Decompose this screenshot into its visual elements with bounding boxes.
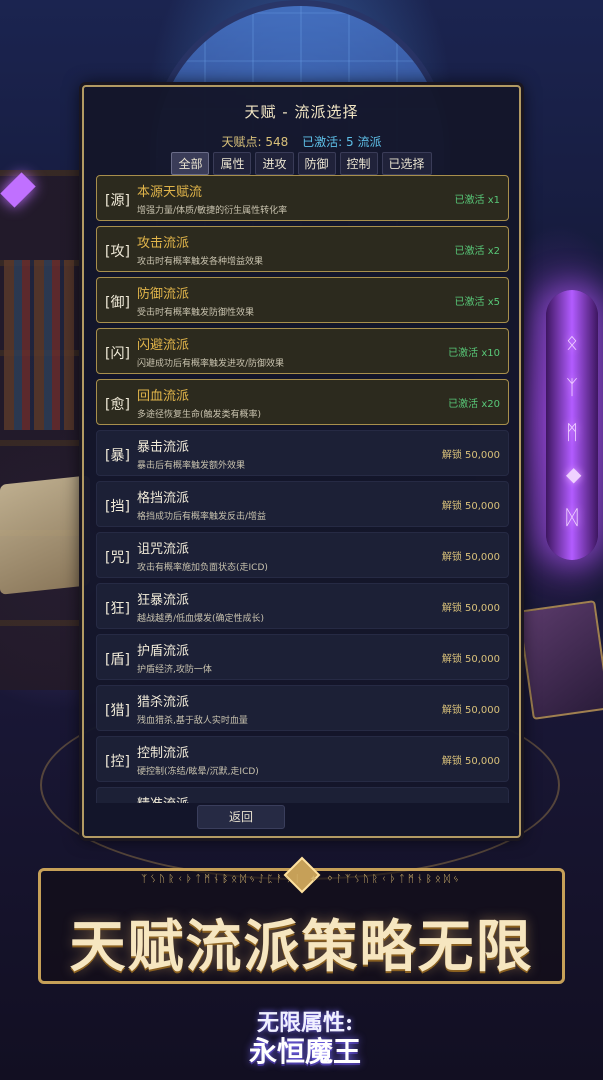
panel-title: 天赋 - 流派选择 bbox=[244, 103, 359, 121]
school-unlock-cost: 解锁 50,000 bbox=[441, 450, 500, 461]
school-unlock-cost: 解锁 50,000 bbox=[441, 705, 500, 716]
school-status: 已激活 x5 bbox=[454, 297, 500, 308]
promo-slogan: 天赋流派策略无限 bbox=[69, 914, 534, 980]
school-unlock-cost: 解锁 50,000 bbox=[441, 756, 500, 767]
tab-selected[interactable]: 已选择 bbox=[381, 152, 432, 175]
rune-icon: ◆ bbox=[566, 462, 582, 486]
school-item-crit[interactable]: [暴] 暴击流派 暴击后有概率触发额外效果 解锁 50,000 bbox=[96, 430, 509, 476]
tab-control[interactable]: 控制 bbox=[339, 152, 378, 175]
school-name: 猎杀流派 bbox=[137, 695, 190, 710]
school-name: 闪避流派 bbox=[137, 338, 190, 353]
talent-panel: 天赋 - 流派选择 天赋点: 548 已激活: 5 流派 全部 属性 进攻 防御… bbox=[82, 85, 521, 838]
school-item-shield[interactable]: [盾] 护盾流派 护盾经济,攻防一体 解锁 50,000 bbox=[96, 634, 509, 680]
school-desc: 攻击时有概率触发各种增益效果 bbox=[137, 257, 264, 267]
school-desc: 增强力量/体质/敏捷的衍生属性转化率 bbox=[137, 206, 288, 216]
school-item-dodge[interactable]: [闪] 闪避流派 闪避成功后有概率触发进攻/防御效果 已激活 x10 bbox=[96, 328, 509, 374]
school-glyph: [愈] bbox=[105, 397, 130, 413]
school-list[interactable]: [源] 本源天赋流 增强力量/体质/敏捷的衍生属性转化率 已激活 x1 [攻] … bbox=[96, 175, 509, 803]
school-item-origin[interactable]: [源] 本源天赋流 增强力量/体质/敏捷的衍生属性转化率 已激活 x1 bbox=[96, 175, 509, 221]
school-glyph: [源] bbox=[105, 193, 130, 209]
school-desc: 攻击有概率施加负面状态(走ICD) bbox=[137, 563, 268, 573]
banner-runes: ᛉᛊᚢᚱᚲᚦᛏᛗᚾᛒᛟᛞᛃᛇᛈᚨᛊᛁ ✦ ᛜᛚᛉᛊᚢᚱᚲᚦᛏᛗᚾᛒᛟᛞᛃ bbox=[141, 874, 462, 885]
school-item-berserk[interactable]: [狂] 狂暴流派 越战越勇/低血爆发(确定性成长) 解锁 50,000 bbox=[96, 583, 509, 629]
school-name: 诅咒流派 bbox=[137, 542, 190, 557]
school-glyph: [盾] bbox=[105, 652, 130, 668]
school-name: 控制流派 bbox=[137, 746, 190, 761]
school-status: 已激活 x20 bbox=[448, 399, 500, 410]
school-glyph: [暴] bbox=[105, 448, 130, 464]
talent-points: 天赋点: 548 bbox=[221, 135, 289, 149]
school-glyph: [狂] bbox=[105, 601, 130, 617]
school-desc: 护盾经济,攻防一体 bbox=[137, 665, 212, 675]
school-desc: 多途径恢复生命(触发类有概率) bbox=[137, 410, 262, 420]
school-item-precision[interactable]: [精] 精准流派 bbox=[96, 787, 509, 803]
school-item-defense[interactable]: [御] 防御流派 受击时有概率触发防御性效果 已激活 x5 bbox=[96, 277, 509, 323]
rune-icon: ᛞ bbox=[566, 505, 578, 529]
school-unlock-cost: 解锁 50,000 bbox=[441, 603, 500, 614]
rune-icon: ᛟ bbox=[566, 330, 578, 354]
school-unlock-cost: 解锁 50,000 bbox=[441, 552, 500, 563]
school-item-heal[interactable]: [愈] 回血流派 多途径恢复生命(触发类有概率) 已激活 x20 bbox=[96, 379, 509, 425]
tab-attribute[interactable]: 属性 bbox=[213, 152, 252, 175]
stats-line: 天赋点: 548 已激活: 5 流派 bbox=[84, 133, 519, 150]
school-name: 暴击流派 bbox=[137, 440, 190, 455]
back-button[interactable]: 返回 bbox=[197, 805, 285, 829]
school-item-block[interactable]: [挡] 格挡流派 格挡成功后有概率触发反击/增益 解锁 50,000 bbox=[96, 481, 509, 527]
school-name: 回血流派 bbox=[137, 389, 190, 404]
tab-all[interactable]: 全部 bbox=[171, 152, 210, 175]
school-name: 护盾流派 bbox=[137, 644, 190, 659]
school-unlock-cost: 解锁 50,000 bbox=[441, 654, 500, 665]
school-desc: 残血猎杀,基于敌人实时血量 bbox=[137, 716, 248, 726]
rune-icon: ᛗ bbox=[566, 420, 578, 444]
spellbook-right bbox=[517, 600, 603, 720]
school-status: 已激活 x2 bbox=[454, 246, 500, 257]
tab-offense[interactable]: 进攻 bbox=[255, 152, 294, 175]
school-glyph: [精] bbox=[105, 802, 130, 803]
school-name: 狂暴流派 bbox=[137, 593, 190, 608]
filter-tabs: 全部 属性 进攻 防御 控制 已选择 bbox=[84, 152, 519, 175]
books-left bbox=[4, 260, 74, 430]
bookshelf-left bbox=[0, 170, 80, 690]
school-glyph: [控] bbox=[105, 754, 130, 770]
school-glyph: [御] bbox=[105, 295, 130, 311]
activated-count: 已激活: 5 流派 bbox=[302, 135, 382, 149]
school-glyph: [攻] bbox=[105, 244, 130, 260]
school-desc: 受击时有概率触发防御性效果 bbox=[137, 308, 255, 318]
tab-defense[interactable]: 防御 bbox=[297, 152, 336, 175]
school-item-control[interactable]: [控] 控制流派 硬控制(冻结/眩晕/沉默,走ICD) 解锁 50,000 bbox=[96, 736, 509, 782]
school-name: 本源天赋流 bbox=[137, 185, 203, 200]
school-status: 已激活 x10 bbox=[448, 348, 500, 359]
school-glyph: [咒] bbox=[105, 550, 130, 566]
school-unlock-cost: 解锁 50,000 bbox=[441, 501, 500, 512]
school-item-attack[interactable]: [攻] 攻击流派 攻击时有概率触发各种增益效果 已激活 x2 bbox=[96, 226, 509, 272]
school-desc: 硬控制(冻结/眩晕/沉默,走ICD) bbox=[137, 767, 259, 777]
school-glyph: [挡] bbox=[105, 499, 130, 515]
school-item-curse[interactable]: [咒] 诅咒流派 攻击有概率施加负面状态(走ICD) 解锁 50,000 bbox=[96, 532, 509, 578]
game-logo-line2: 永恒魔王 bbox=[248, 1035, 361, 1068]
school-status: 已激活 x1 bbox=[454, 195, 500, 206]
open-book-left bbox=[0, 475, 90, 595]
school-item-hunt[interactable]: [猎] 猎杀流派 残血猎杀,基于敌人实时血量 解锁 50,000 bbox=[96, 685, 509, 731]
rune-icon: ᛉ bbox=[566, 375, 578, 399]
school-glyph: [闪] bbox=[105, 346, 130, 362]
school-desc: 越战越勇/低血爆发(确定性成长) bbox=[137, 614, 265, 624]
school-desc: 格挡成功后有概率触发反击/增益 bbox=[137, 512, 267, 522]
school-glyph: [猎] bbox=[105, 703, 130, 719]
school-desc: 闪避成功后有概率触发进攻/防御效果 bbox=[137, 359, 285, 369]
school-name: 格挡流派 bbox=[137, 491, 190, 506]
school-name: 防御流派 bbox=[137, 287, 190, 302]
school-name: 精准流派 bbox=[137, 793, 189, 803]
school-desc: 暴击后有概率触发额外效果 bbox=[137, 461, 246, 471]
school-name: 攻击流派 bbox=[137, 236, 190, 251]
